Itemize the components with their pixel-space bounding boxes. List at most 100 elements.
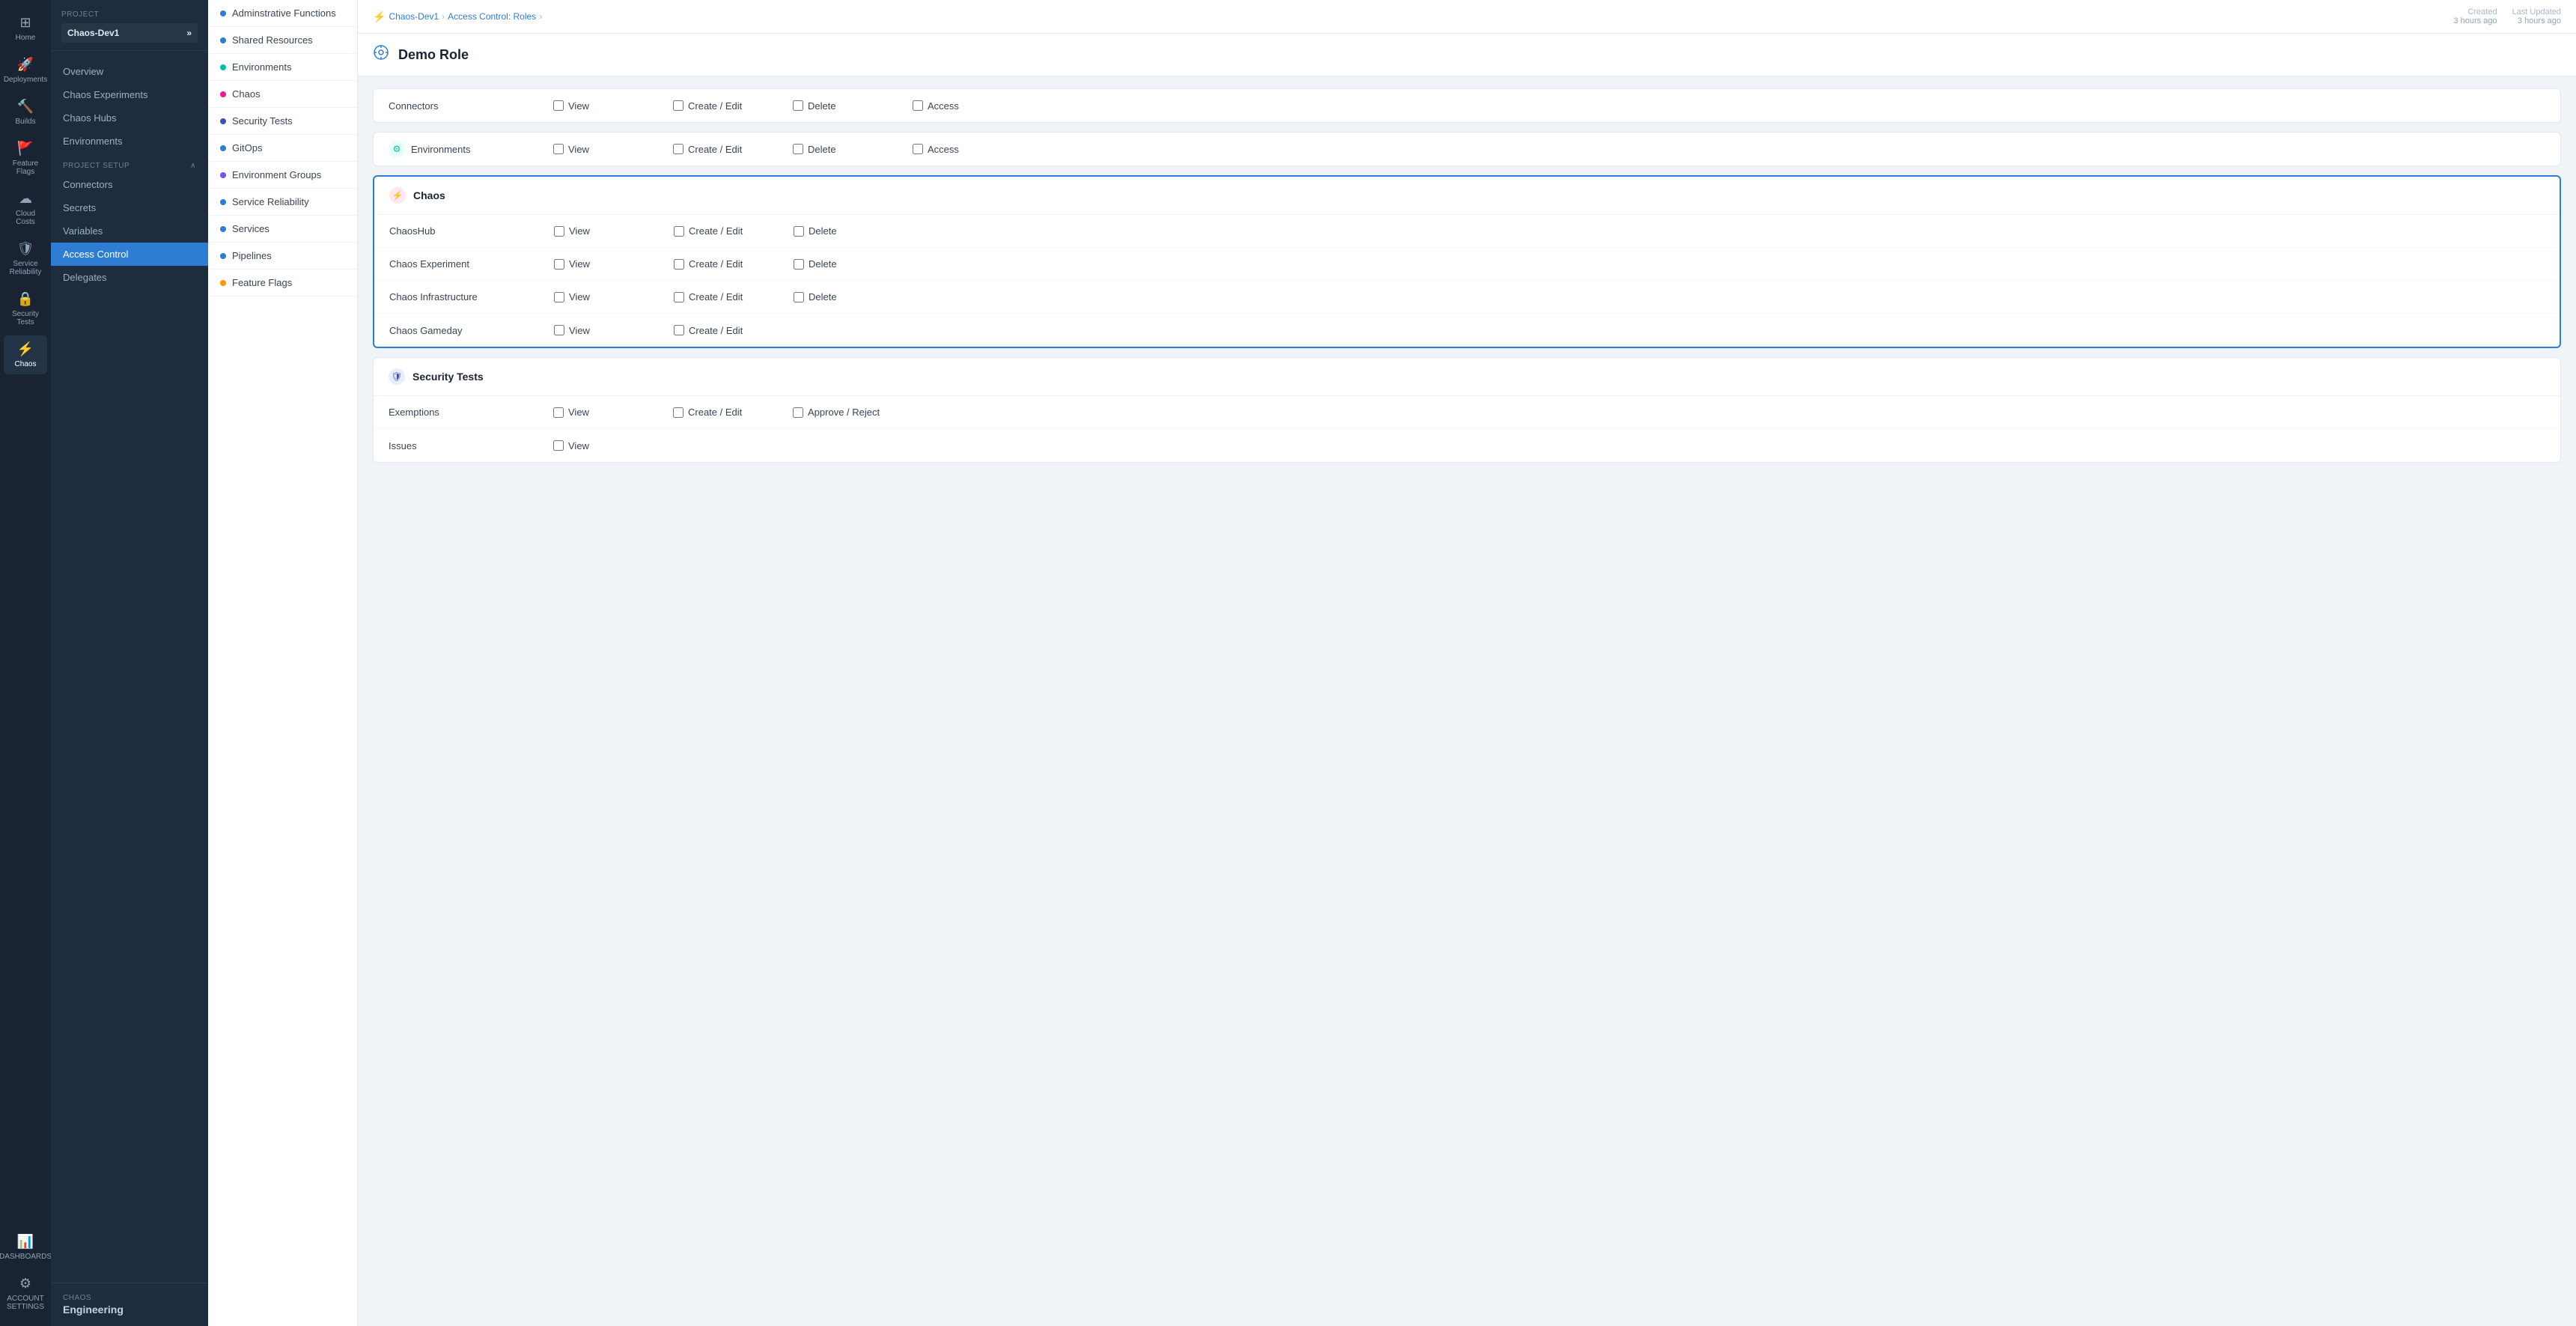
mid-item-pipelines[interactable]: Pipelines: [208, 243, 357, 270]
perm-check-exemptions-view[interactable]: View: [553, 407, 628, 418]
checkbox-chaoshub-delete[interactable]: [794, 226, 804, 237]
checkbox-chaoshub-createedit[interactable]: [674, 226, 684, 237]
perm-card-connectors: Connectors View Create / Edit Delete: [373, 88, 2561, 123]
checkbox-exemptions-approvereject[interactable]: [793, 407, 803, 418]
perm-check-env-createedit[interactable]: Create / Edit: [673, 144, 748, 155]
nav-builds[interactable]: 🔨 Builds: [4, 93, 47, 132]
checkbox-chaos-gameday-view[interactable]: [554, 325, 564, 335]
mid-item-service-reliability-label: Service Reliability: [232, 196, 309, 207]
nav-dashboards[interactable]: 📊 DASHBOARDS: [4, 1228, 47, 1267]
label-exemptions-view: View: [568, 407, 589, 418]
perm-check-chaos-infra-view[interactable]: View: [554, 291, 629, 302]
perm-checkboxes-chaos-experiment: View Create / Edit Delete: [554, 258, 2545, 270]
perm-row-issues-label: Issues: [389, 440, 553, 451]
checkbox-exemptions-createedit[interactable]: [673, 407, 683, 418]
checkbox-exemptions-view[interactable]: [553, 407, 564, 418]
mid-item-service-reliability[interactable]: Service Reliability: [208, 189, 357, 216]
mid-item-chaos[interactable]: Chaos: [208, 81, 357, 108]
mid-item-shared-resources-label: Shared Resources: [232, 34, 313, 46]
perm-check-env-view[interactable]: View: [553, 144, 628, 155]
sidebar-item-access-control[interactable]: Access Control: [51, 243, 208, 266]
perm-check-chaoshub-createedit[interactable]: Create / Edit: [674, 225, 749, 237]
checkbox-chaos-exp-delete[interactable]: [794, 259, 804, 270]
mid-item-security-tests-label: Security Tests: [232, 115, 293, 127]
sidebar-item-chaos-experiments[interactable]: Chaos Experiments: [51, 83, 208, 106]
mid-item-environment-groups[interactable]: Environment Groups: [208, 162, 357, 189]
section-collapse-icon[interactable]: ∧: [190, 162, 196, 170]
perm-card-security-title: Security Tests: [412, 371, 484, 383]
nav-feature-flags[interactable]: 🚩 Feature Flags: [4, 135, 47, 182]
perm-check-chaos-infra-delete[interactable]: Delete: [794, 291, 868, 302]
nav-security-tests[interactable]: 🔒 Security Tests: [4, 285, 47, 332]
perm-check-connectors-createedit[interactable]: Create / Edit: [673, 100, 748, 112]
perm-check-chaos-exp-createedit[interactable]: Create / Edit: [674, 258, 749, 270]
perm-check-chaoshub-delete[interactable]: Delete: [794, 225, 868, 237]
checkbox-chaos-infra-delete[interactable]: [794, 292, 804, 302]
sidebar-project-name[interactable]: Chaos-Dev1 »: [61, 23, 198, 43]
checkbox-env-view[interactable]: [553, 144, 564, 154]
dot-icon: [220, 280, 226, 286]
perm-check-chaoshub-view[interactable]: View: [554, 225, 629, 237]
perm-check-exemptions-approvereject[interactable]: Approve / Reject: [793, 407, 880, 418]
nav-service-reliability[interactable]: 🛡 Service Reliability: [4, 235, 47, 282]
checkbox-chaos-infra-createedit[interactable]: [674, 292, 684, 302]
perm-check-exemptions-createedit[interactable]: Create / Edit: [673, 407, 748, 418]
mid-item-administrative[interactable]: Adminstrative Functions: [208, 0, 357, 27]
checkbox-env-createedit[interactable]: [673, 144, 683, 154]
perm-check-issues-view[interactable]: View: [553, 440, 628, 451]
updated-label: Last Updated: [2512, 7, 2561, 16]
checkbox-chaos-infra-view[interactable]: [554, 292, 564, 302]
perm-check-chaos-infra-createedit[interactable]: Create / Edit: [674, 291, 749, 302]
mid-item-feature-flags[interactable]: Feature Flags: [208, 270, 357, 296]
perm-check-chaos-exp-delete[interactable]: Delete: [794, 258, 868, 270]
sidebar-item-variables[interactable]: Variables: [51, 219, 208, 243]
nav-cloud-costs[interactable]: ☁ Cloud Costs: [4, 185, 47, 232]
nav-chaos[interactable]: ⚡ Chaos: [4, 335, 47, 374]
sidebar-item-connectors[interactable]: Connectors: [51, 173, 208, 196]
perm-check-chaos-exp-view[interactable]: View: [554, 258, 629, 270]
nav-dashboards-label: DASHBOARDS: [0, 1253, 52, 1261]
checkbox-connectors-view[interactable]: [553, 100, 564, 111]
sidebar-item-delegates[interactable]: Delegates: [51, 266, 208, 289]
checkbox-chaos-gameday-createedit[interactable]: [674, 325, 684, 335]
mid-item-environments[interactable]: Environments: [208, 54, 357, 81]
checkbox-chaos-exp-createedit[interactable]: [674, 259, 684, 270]
dot-icon: [220, 172, 226, 178]
checkbox-chaos-exp-view[interactable]: [554, 259, 564, 270]
checkbox-connectors-delete[interactable]: [793, 100, 803, 111]
sidebar-item-chaos-hubs[interactable]: Chaos Hubs: [51, 106, 208, 130]
mid-item-security-tests[interactable]: Security Tests: [208, 108, 357, 135]
checkbox-connectors-access[interactable]: [913, 100, 923, 111]
sidebar-item-overview[interactable]: Overview: [51, 60, 208, 83]
perm-check-env-access[interactable]: Access: [913, 144, 987, 155]
sidebar-item-environments[interactable]: Environments: [51, 130, 208, 153]
nav-deployments[interactable]: 🚀 Deployments: [4, 51, 47, 90]
created-value: 3 hours ago: [2453, 16, 2497, 25]
environments-label: Environments: [63, 136, 122, 147]
chaos-section-icon: ⚡: [389, 187, 406, 204]
perm-check-chaos-gameday-createedit[interactable]: Create / Edit: [674, 325, 749, 336]
checkbox-issues-view[interactable]: [553, 440, 564, 451]
mid-item-shared-resources[interactable]: Shared Resources: [208, 27, 357, 54]
perm-row-chaos-infra: Chaos Infrastructure View Create / Edit …: [374, 281, 2560, 314]
breadcrumb-section-link[interactable]: Access Control: Roles: [448, 11, 536, 22]
checkbox-connectors-createedit[interactable]: [673, 100, 683, 111]
checkbox-env-access[interactable]: [913, 144, 923, 154]
middle-nav-panel: Adminstrative Functions Shared Resources…: [208, 0, 358, 1326]
perm-check-env-delete[interactable]: Delete: [793, 144, 868, 155]
sidebar-item-secrets[interactable]: Secrets: [51, 196, 208, 219]
perm-card-chaos-header: ⚡ Chaos: [374, 177, 2560, 215]
mid-item-services[interactable]: Services: [208, 216, 357, 243]
breadcrumb-project-link[interactable]: Chaos-Dev1: [389, 11, 439, 22]
perm-check-connectors-view[interactable]: View: [553, 100, 628, 112]
nav-account-settings[interactable]: ⚙ ACCOUNT SETTINGS: [4, 1270, 47, 1317]
perm-check-connectors-delete[interactable]: Delete: [793, 100, 868, 112]
perm-check-connectors-access[interactable]: Access: [913, 100, 987, 112]
nav-home[interactable]: ⊞ Home: [4, 9, 47, 48]
checkbox-env-delete[interactable]: [793, 144, 803, 154]
perm-check-chaos-gameday-view[interactable]: View: [554, 325, 629, 336]
mid-item-gitops[interactable]: GitOps: [208, 135, 357, 162]
label-chaos-infra-view: View: [569, 291, 590, 302]
dot-icon: [220, 91, 226, 97]
checkbox-chaoshub-view[interactable]: [554, 226, 564, 237]
